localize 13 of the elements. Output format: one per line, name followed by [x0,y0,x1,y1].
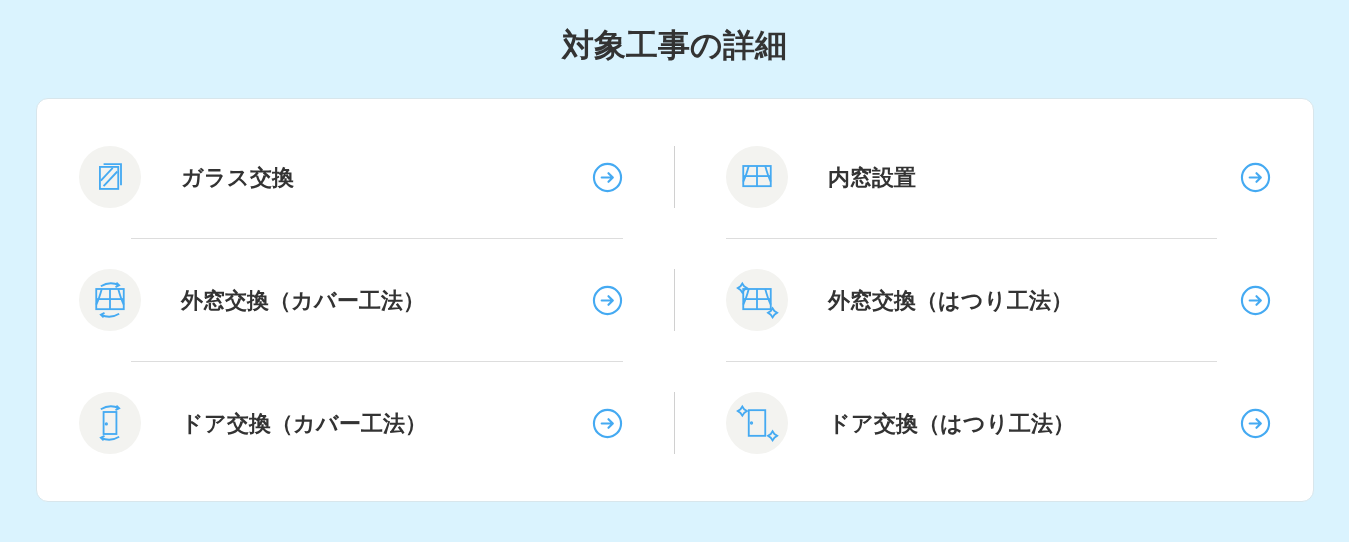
item-label: 外窓交換（カバー工法） [180,286,425,315]
arrow-right-icon[interactable] [1239,284,1271,316]
arrow-right-icon[interactable] [592,161,623,193]
arrow-right-icon[interactable] [1239,407,1271,439]
item-label: ガラス交換 [180,163,294,192]
arrow-right-icon[interactable] [592,407,623,439]
item-label: 内窓設置 [828,163,916,192]
item-label: ドア交換（カバー工法） [180,409,427,438]
arrow-right-icon[interactable] [1239,161,1271,193]
item-label: ドア交換（はつり工法） [828,409,1075,438]
arrow-right-icon[interactable] [592,284,623,316]
item-label: 外窓交換（はつり工法） [828,286,1073,315]
section-title: 対象工事の詳細 [562,26,787,65]
